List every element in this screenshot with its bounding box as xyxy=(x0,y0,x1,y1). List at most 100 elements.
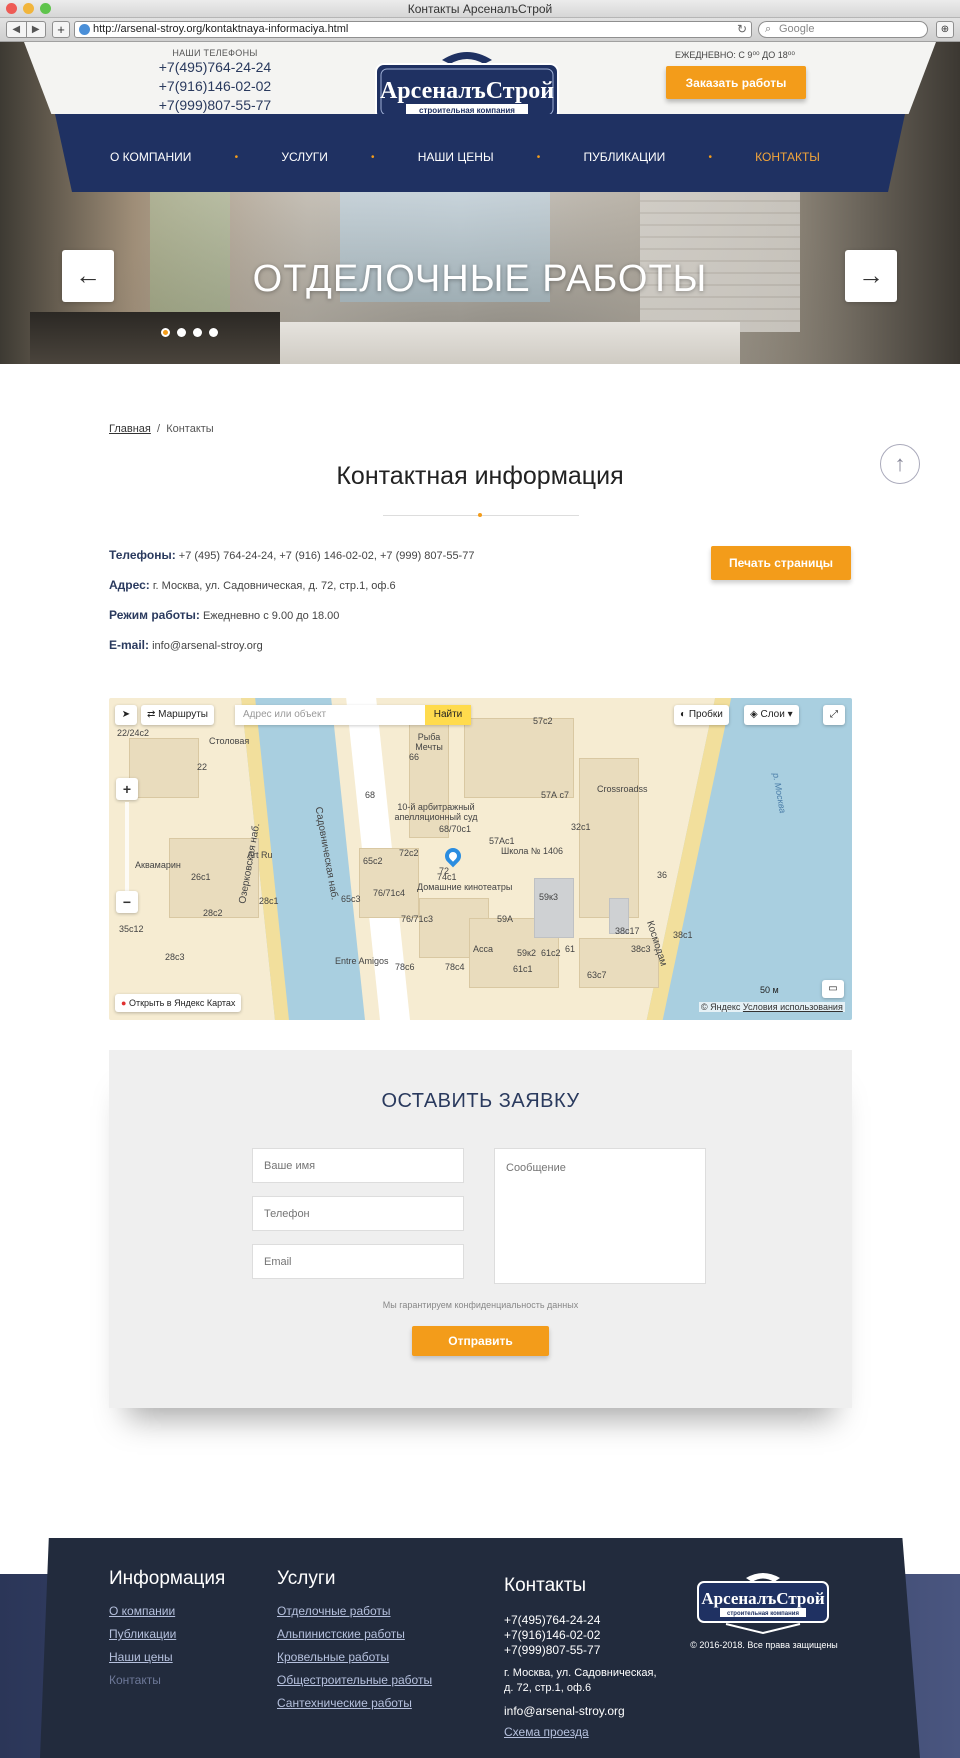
footer-phone-2[interactable]: +7(916)146-02-02 xyxy=(504,1628,657,1643)
order-work-button[interactable]: Заказать работы xyxy=(666,66,806,99)
routes-button[interactable]: ⇄ Маршруты xyxy=(141,705,214,725)
logo-subtitle: строительная компания xyxy=(419,106,515,115)
map-label: 36 xyxy=(657,870,668,880)
footer-map-link[interactable]: Схема проезда xyxy=(504,1725,657,1739)
map-label: 59А xyxy=(497,914,514,924)
breadcrumb-home-link[interactable]: Главная xyxy=(109,423,151,435)
footer-phone-1[interactable]: +7(495)764-24-24 xyxy=(504,1613,657,1628)
downloads-icon[interactable]: ⊕ xyxy=(936,21,954,38)
info-phones-label: Телефоны: xyxy=(109,548,176,562)
name-field[interactable] xyxy=(252,1148,464,1183)
map-building xyxy=(579,758,639,918)
footer-link-general[interactable]: Общестроительные работы xyxy=(277,1673,432,1687)
reload-icon[interactable]: ↻ xyxy=(737,22,747,37)
map-label: 61с1 xyxy=(513,964,533,974)
add-bookmark-button[interactable]: + xyxy=(52,21,70,38)
slider-next-button[interactable]: → xyxy=(845,250,897,302)
layers-button-label: Слои xyxy=(760,709,785,720)
slider-dots xyxy=(161,328,218,337)
map-label: Школа № 1406 xyxy=(501,846,564,856)
phone-field[interactable] xyxy=(252,1196,464,1231)
footer-link-finishing[interactable]: Отделочные работы xyxy=(277,1604,432,1618)
slider-dot-4[interactable] xyxy=(209,328,218,337)
email-field[interactable] xyxy=(252,1244,464,1279)
footer-link-plumbing[interactable]: Сантехнические работы xyxy=(277,1696,432,1710)
map-find-button[interactable]: Найти xyxy=(425,705,471,725)
header-phone-3[interactable]: +7(999)807-55-77 xyxy=(150,96,280,115)
browser-search-field[interactable]: ⌕ Google xyxy=(758,21,928,38)
map-marker-icon: ● xyxy=(121,998,127,1008)
nav-item-services[interactable]: УСЛУГИ xyxy=(281,150,328,164)
footer-phone-3[interactable]: +7(999)807-55-77 xyxy=(504,1643,657,1658)
minimize-window-button[interactable] xyxy=(23,3,34,14)
header-phone-2[interactable]: +7(916)146-02-02 xyxy=(150,77,280,96)
footer-link-prices[interactable]: Наши цены xyxy=(109,1650,225,1664)
map-label: 72 xyxy=(439,866,450,876)
header-phones: НАШИ ТЕЛЕФОНЫ +7(495)764-24-24 +7(916)14… xyxy=(150,48,280,115)
ruler-button[interactable]: ▭ xyxy=(822,980,844,998)
search-icon: ⌕ xyxy=(765,23,772,35)
nav-item-publications[interactable]: ПУБЛИКАЦИИ xyxy=(583,150,665,164)
map-location-pin[interactable] xyxy=(441,844,465,868)
footer-link-publications[interactable]: Публикации xyxy=(109,1627,225,1641)
info-email: E-mail: info@arsenal-stroy.org xyxy=(109,638,263,652)
nav-item-prices[interactable]: НАШИ ЦЕНЫ xyxy=(418,150,494,164)
nav-separator-dot: • xyxy=(708,151,712,163)
divider-dot xyxy=(478,513,482,517)
address-bar[interactable]: http://arsenal-stroy.org/kontaktnaya-inf… xyxy=(74,21,752,38)
header-phone-1[interactable]: +7(495)764-24-24 xyxy=(150,58,280,77)
window-titlebar: Контакты АрсеналъСтрой xyxy=(0,0,960,18)
schedule-text: ЕЖЕДНЕВНО: С 9⁰⁰ ДО 18⁰⁰ xyxy=(675,50,795,60)
map-label: 72с2 xyxy=(399,848,419,858)
slider-dot-2[interactable] xyxy=(177,328,186,337)
footer-link-roofing[interactable]: Кровельные работы xyxy=(277,1650,432,1664)
footer-services-title: Услуги xyxy=(277,1568,336,1589)
zoom-out-button[interactable]: − xyxy=(116,891,138,913)
footer-services-column: Услуги Отделочные работы Альпинистские р… xyxy=(277,1568,432,1719)
close-window-button[interactable] xyxy=(6,3,17,14)
nav-separator-dot: • xyxy=(536,151,541,163)
open-in-yandex-link[interactable]: ● Открыть в Яндекс Картах xyxy=(115,994,242,1012)
traffic-button[interactable]: ◐ Пробки xyxy=(674,705,729,725)
info-email-value[interactable]: info@arsenal-stroy.org xyxy=(152,640,263,652)
submit-button[interactable]: Отправить xyxy=(412,1326,549,1356)
forward-icon[interactable]: ▶ xyxy=(27,22,46,37)
footer-logo-text: АрсеналъСтрой xyxy=(701,1589,824,1608)
slider-prev-button[interactable]: ← xyxy=(62,250,114,302)
footer-logo[interactable]: АрсеналъСтрой строительная компания xyxy=(696,1570,830,1634)
info-phones-value: +7 (495) 764-24-24, +7 (916) 146-02-02, … xyxy=(178,550,475,562)
yandex-map[interactable]: 22/24с2 Столовая 22 66 68 10-й арбитражн… xyxy=(109,698,852,1020)
slider-dot-3[interactable] xyxy=(193,328,202,337)
back-icon[interactable]: ◀ xyxy=(7,22,27,37)
hero-dining-table xyxy=(30,312,280,364)
hero-kitchen-counter xyxy=(280,322,740,364)
logo-text: АрсеналъСтрой xyxy=(380,78,554,104)
slider-dot-1[interactable] xyxy=(161,328,170,337)
message-field[interactable] xyxy=(494,1148,706,1284)
zoom-slider-track[interactable] xyxy=(125,802,129,892)
map-label: 38с3 xyxy=(631,944,651,954)
map-label: 78с6 xyxy=(395,962,415,972)
print-page-button[interactable]: Печать страницы xyxy=(711,546,851,580)
zoom-window-button[interactable] xyxy=(40,3,51,14)
privacy-note: Мы гарантируем конфиденциальность данных xyxy=(382,1300,579,1310)
nav-item-about[interactable]: О КОМПАНИИ xyxy=(110,150,191,164)
footer-email[interactable]: info@arsenal-stroy.org xyxy=(504,1704,657,1719)
map-label: 59к3 xyxy=(539,892,558,902)
open-in-yandex-label: Открыть в Яндекс Картах xyxy=(128,998,236,1008)
main-menu: О КОМПАНИИ • УСЛУГИ • НАШИ ЦЕНЫ • ПУБЛИК… xyxy=(110,150,820,164)
layers-button[interactable]: ◈ Слои ▾ xyxy=(744,705,799,725)
info-phones: Телефоны: +7 (495) 764-24-24, +7 (916) 1… xyxy=(109,548,474,562)
map-label: 76/71с4 xyxy=(373,888,406,898)
map-scale: 50 м xyxy=(754,982,785,998)
footer-link-contacts[interactable]: Контакты xyxy=(109,1673,225,1687)
nav-item-contacts[interactable]: КОНТАКТЫ xyxy=(755,150,820,164)
geolocation-button[interactable]: ➤ xyxy=(115,705,137,725)
fullscreen-button[interactable]: ⤢ xyxy=(823,705,845,725)
footer-link-about[interactable]: О компании xyxy=(109,1604,225,1618)
zoom-in-button[interactable]: + xyxy=(116,778,138,800)
info-address-label: Адрес: xyxy=(109,578,150,592)
footer-link-alpinist[interactable]: Альпинистские работы xyxy=(277,1627,432,1641)
map-terms-link[interactable]: Условия использования xyxy=(743,1002,843,1012)
map-label: Асса xyxy=(473,944,494,954)
